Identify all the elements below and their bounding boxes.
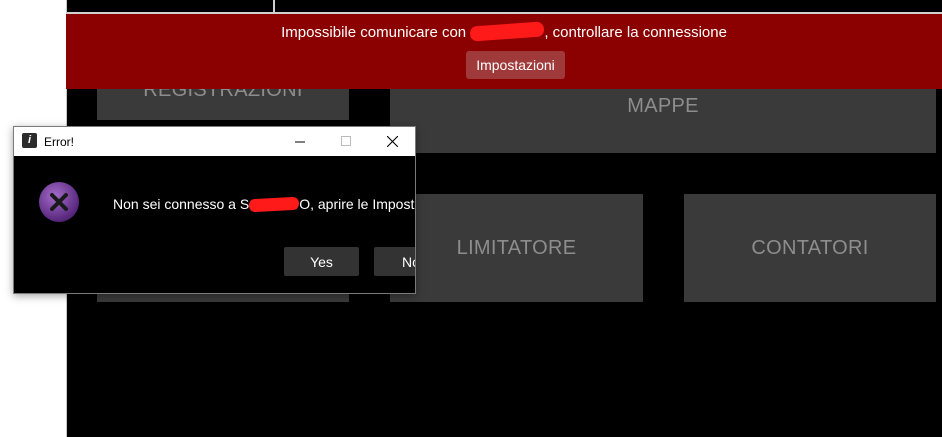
dialog-message-start: Non sei connesso a S — [113, 196, 250, 212]
dialog-message: Non sei connesso a S O, aprire le Imposta… — [113, 196, 415, 213]
error-dialog: i Error! Non sei connesso a S O, aprire l… — [13, 126, 416, 294]
banner-message: Impossibile comunicare con , controllare… — [66, 21, 942, 42]
maximize-button — [323, 127, 369, 156]
tile-limitatore-label: LIMITATORE — [456, 236, 577, 259]
app-icon: i — [22, 133, 37, 148]
dialog-message-end: O, aprire le Impostaz — [299, 196, 415, 212]
tile-contatori-label: CONTATORI — [751, 236, 869, 259]
tile-contatori[interactable]: CONTATORI — [684, 194, 936, 302]
tile-limitatore[interactable]: LIMITATORE — [390, 194, 643, 302]
yes-button[interactable]: Yes — [284, 247, 359, 276]
error-x-icon — [39, 182, 79, 222]
minimize-icon — [294, 141, 305, 143]
connection-error-banner: Impossibile comunicare con , controllare… — [66, 14, 942, 89]
dialog-title: Error! — [44, 135, 74, 149]
banner-message-start: Impossibile comunicare con — [281, 24, 467, 41]
redaction-mark — [248, 196, 300, 213]
tile-mappe-label: MAPPE — [627, 95, 699, 117]
maximize-icon — [340, 136, 351, 146]
top-strip-divider — [273, 0, 275, 12]
redaction-mark — [469, 21, 545, 42]
close-icon — [386, 136, 398, 147]
banner-message-end: , controllare la connessione — [544, 24, 727, 41]
dialog-titlebar[interactable]: i Error! — [14, 127, 415, 156]
top-strip — [67, 0, 942, 14]
minimize-button[interactable] — [277, 127, 323, 156]
close-button[interactable] — [369, 127, 415, 156]
settings-button[interactable]: Impostazioni — [466, 51, 565, 79]
no-button[interactable]: No — [374, 247, 415, 276]
